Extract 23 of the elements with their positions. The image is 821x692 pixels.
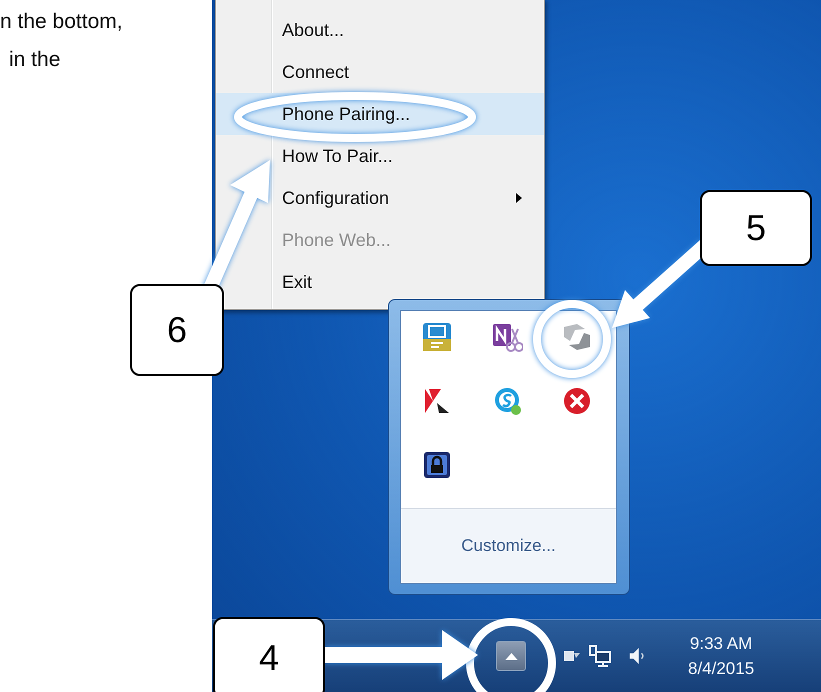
menu-item[interactable]: About... <box>282 20 344 40</box>
network-icon[interactable] <box>588 644 612 668</box>
lock-icon[interactable] <box>421 449 453 481</box>
step-number-label: 6 <box>130 284 224 376</box>
clock-date: 8/4/2015 <box>688 658 754 680</box>
menu-item[interactable]: Connect <box>282 62 350 82</box>
speaker-icon[interactable] <box>628 646 646 666</box>
caret-icon <box>504 652 518 660</box>
clock[interactable]: 9:33 AM 8/4/2015 <box>688 631 754 681</box>
body-text: n the bottom, <box>0 9 123 35</box>
error-icon[interactable] <box>561 385 593 417</box>
show-hidden-icons-button[interactable] <box>496 641 526 671</box>
customize-link[interactable]: Customize... <box>461 536 556 556</box>
menu-item[interactable]: Exit <box>282 272 312 292</box>
step-number-label: 5 <box>700 190 812 266</box>
body-text: in the <box>9 47 60 73</box>
menu-item[interactable]: How To Pair... <box>282 146 393 166</box>
notebook-icon[interactable] <box>491 321 523 353</box>
sync-icon[interactable] <box>561 321 593 353</box>
menu-item[interactable]: Phone Pairing... <box>282 104 410 124</box>
menu-item[interactable]: Configuration <box>282 188 390 208</box>
clock-time: 9:33 AM <box>690 633 752 655</box>
step-number-label: 4 <box>213 617 325 692</box>
